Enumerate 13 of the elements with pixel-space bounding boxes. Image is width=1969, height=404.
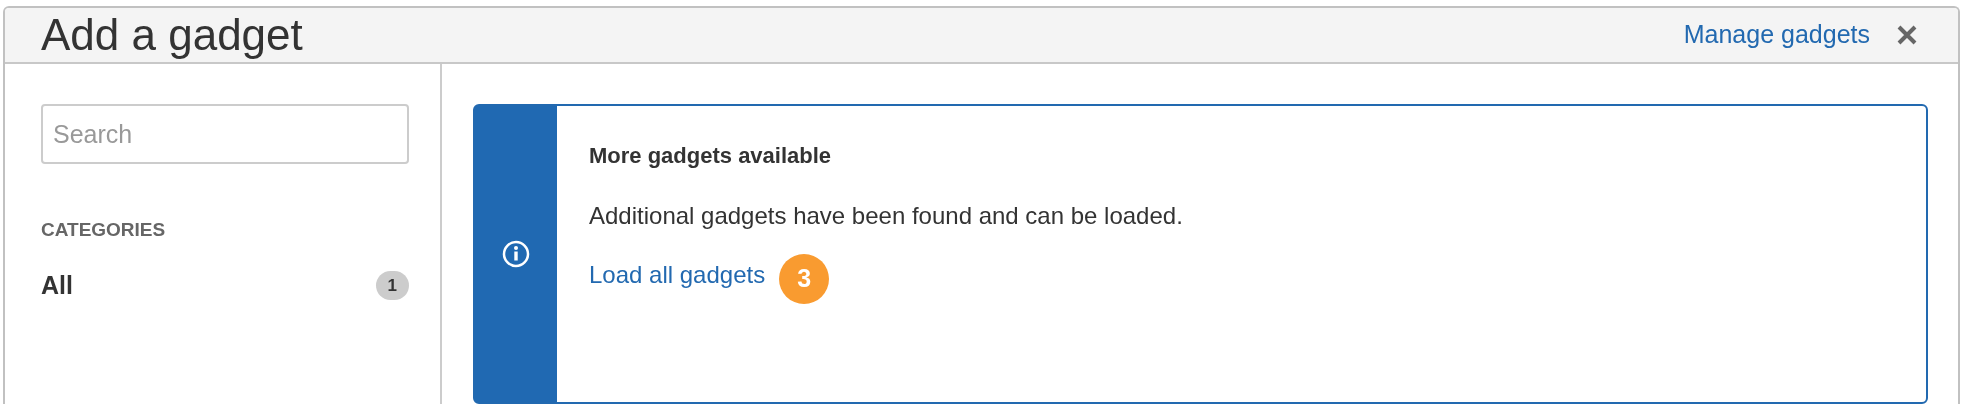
- count-badge: 1: [375, 270, 409, 300]
- count-badge: 3: [779, 254, 830, 304]
- message-title: More gadgets available: [589, 142, 833, 170]
- dialog-title: Add a gadget: [41, 8, 303, 61]
- message-text: Additional gadgets have been found and can be loaded.: [589, 201, 1183, 231]
- categories-heading: CATEGORIES: [41, 218, 167, 242]
- load-all-link[interactable]: Load all gadgets: [589, 261, 766, 289]
- close-icon[interactable]: [1896, 24, 1918, 46]
- category-item[interactable]: All 1: [41, 266, 409, 304]
- manage-gadgets-link[interactable]: Manage gadgets: [1683, 16, 1870, 54]
- search-field[interactable]: Search: [41, 104, 409, 164]
- category-label: All: [41, 269, 73, 301]
- info-icon: [502, 240, 530, 268]
